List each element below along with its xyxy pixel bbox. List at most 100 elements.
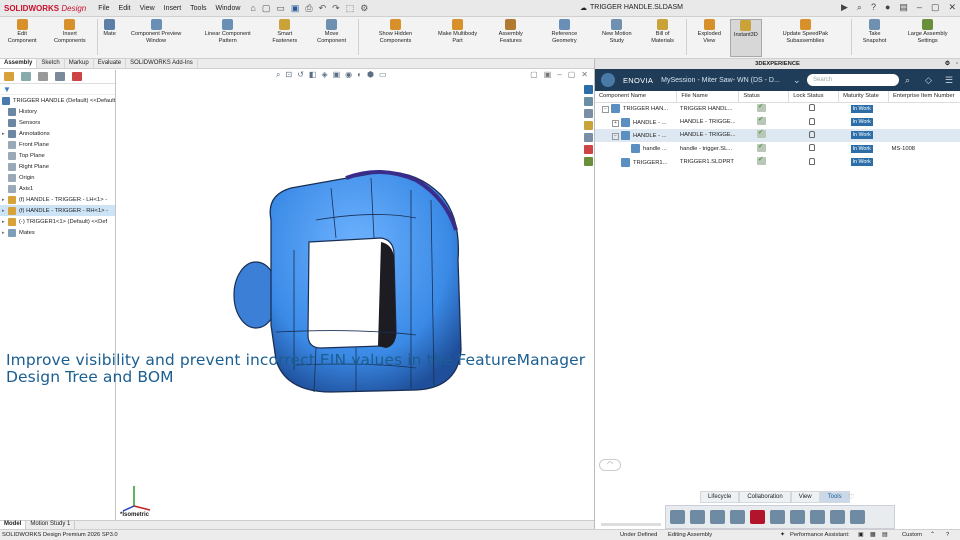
column-header[interactable]: File Name — [676, 91, 740, 103]
display-manager-icon[interactable] — [72, 72, 82, 81]
update-speedpak-subassemblies-button[interactable]: Update SpeedPak Subassemblies — [762, 19, 849, 44]
linear-component-pattern-button[interactable]: Linear Component Pattern — [193, 19, 262, 44]
units-dropdown-icon[interactable]: ⌃ — [930, 532, 935, 538]
minimize-icon[interactable]: – — [917, 2, 922, 13]
grid-settings-icon[interactable] — [850, 510, 865, 524]
menu-tools[interactable]: Tools — [190, 5, 206, 12]
tree-item[interactable]: ▸ (-) TRIGGER1<1> (Default) <<Def — [0, 216, 115, 227]
new-document-icon[interactable]: ▢ — [262, 3, 271, 14]
ein-cell[interactable] — [889, 102, 960, 115]
smart-fasteners-button[interactable]: Smart Fasteners — [262, 19, 307, 44]
menu-edit[interactable]: Edit — [119, 5, 131, 12]
lock-icon[interactable] — [808, 117, 815, 125]
dim-xpert-icon[interactable] — [55, 72, 65, 81]
reference-geometry-button[interactable]: Reference Geometry — [537, 19, 593, 44]
tab-motion-study-1[interactable]: Motion Study 1 — [26, 521, 76, 529]
units-selector[interactable]: Custom — [902, 532, 922, 538]
appearances-tab-icon[interactable] — [584, 145, 593, 154]
filter-icon[interactable]: ▼ — [0, 84, 115, 95]
export-icon[interactable] — [810, 510, 825, 524]
tab-model[interactable]: Model — [0, 521, 27, 529]
graphics-area[interactable]: ⌕ ⊡ ↺ ◧ ◈ ▣ ◉ ◐ ⬢ ▭ ▢ ▣ – ▢ ✕ *Isometric — [116, 70, 594, 520]
expand-toggle-icon[interactable]: − — [612, 132, 619, 140]
maximize-icon[interactable]: ▢ — [931, 2, 940, 13]
menu-view[interactable]: View — [140, 5, 155, 12]
close-icon[interactable]: ✕ — [948, 2, 956, 13]
insert-components-button[interactable]: Insert Components — [44, 19, 95, 44]
command-search-icon[interactable]: ▶ — [841, 2, 848, 13]
maturity-badge[interactable]: In Work — [850, 158, 873, 167]
units-status-icon[interactable]: ▤ — [882, 532, 887, 538]
bom-row[interactable]: − TRIGGER HAN... TRIGGER HANDL... In Work — [595, 102, 960, 115]
save-icon[interactable]: ▣ — [291, 3, 300, 14]
pane-options-icon[interactable]: ⚙ — [945, 59, 950, 69]
search-icon[interactable]: ⌕ — [857, 2, 862, 13]
redo-icon[interactable]: ↷ — [332, 3, 340, 14]
model-view-icon[interactable]: ◠ — [599, 459, 621, 471]
performance-assistant[interactable]: Performance Assistant: — [790, 532, 850, 538]
mate-button[interactable]: Mate — [100, 19, 118, 38]
lock-icon[interactable] — [808, 130, 815, 138]
tree-item[interactable]: ▸ (f) HANDLE - TRIGGER - LH<1> - — [0, 194, 115, 205]
user-avatar[interactable]: ● — [885, 2, 890, 13]
search-icon[interactable]: ⌕ — [905, 75, 910, 86]
pane-pin-icon[interactable]: ▫ — [956, 59, 958, 69]
tree-item[interactable]: Right Plane — [0, 161, 115, 172]
configuration-manager-icon[interactable] — [38, 72, 48, 81]
horizontal-scrollbar[interactable] — [601, 523, 661, 526]
ein-cell[interactable] — [889, 156, 960, 169]
make-multibody-part-button[interactable]: Make Multibody Part — [430, 19, 485, 44]
tab-solidworks-add-ins[interactable]: SOLIDWORKS Add-Ins — [126, 59, 198, 68]
component-preview-window-button[interactable]: Component Preview Window — [119, 19, 194, 44]
search-input[interactable]: Search — [807, 74, 899, 86]
property-manager-icon[interactable] — [21, 72, 31, 81]
lock-icon[interactable] — [808, 157, 815, 165]
bom-row[interactable]: + HANDLE - ... HANDLE - TRIGGE... In Work — [595, 115, 960, 128]
expand-toggle-icon[interactable]: + — [612, 119, 619, 127]
tree-item[interactable]: Top Plane — [0, 150, 115, 161]
take-snapshot-button[interactable]: Take Snapshot — [854, 19, 895, 44]
bom-row[interactable]: handle ... handle - trigger.SL... In Work M… — [595, 142, 960, 155]
tree-item[interactable]: ▸ Mates — [0, 227, 115, 238]
favorite-icon[interactable]: ♡ — [848, 493, 854, 501]
tree-item[interactable]: Origin — [0, 172, 115, 183]
tab-view[interactable]: View — [790, 491, 820, 503]
edit-component-button[interactable]: Edit Component — [0, 19, 44, 44]
assembly-features-button[interactable]: Assembly Features — [485, 19, 537, 44]
bom-row[interactable]: TRIGGER1... TRIGGER1.SLDPRT In Work — [595, 156, 960, 169]
instant3d-button[interactable]: Instant3D — [729, 19, 762, 57]
column-header[interactable]: Enterprise Item Number — [888, 91, 960, 103]
tab-assembly[interactable]: Assembly — [0, 59, 38, 68]
help-icon[interactable]: ? — [871, 2, 876, 13]
open-component-icon[interactable] — [670, 510, 685, 524]
tree-item[interactable]: Sensors — [0, 117, 115, 128]
home-icon[interactable]: ⌂ — [250, 3, 255, 14]
menu-window[interactable]: Window — [216, 5, 241, 12]
options-icon[interactable]: ⚙ — [360, 3, 368, 14]
menu-icon[interactable]: ☰ — [945, 75, 953, 86]
large-assembly-settings-button[interactable]: Large Assembly Settings — [895, 19, 960, 44]
ein-cell[interactable]: MS-1008 — [889, 142, 960, 155]
ein-cell[interactable] — [889, 115, 960, 128]
bom-row[interactable]: − HANDLE - ... HANDLE - TRIGGE... In Work — [595, 128, 960, 143]
app-logo[interactable]: SOLIDWORKS Design — [0, 4, 86, 13]
bill-of-materials-button[interactable]: Bill of Materials — [641, 19, 683, 44]
tab-lifecycle[interactable]: Lifecycle — [700, 491, 740, 503]
display-status-icon[interactable]: ▦ — [870, 532, 875, 538]
columns-icon[interactable] — [730, 510, 745, 524]
session-selector[interactable]: MySession - Miter Saw- WN (DS - D... — [661, 77, 780, 84]
view-palette-tab-icon[interactable] — [584, 133, 593, 142]
lock-icon[interactable] — [808, 144, 815, 152]
exploded-view-button[interactable]: Exploded View — [689, 19, 730, 44]
design-library-tab-icon[interactable] — [584, 109, 593, 118]
structure-icon[interactable] — [690, 510, 705, 524]
restore-layout-icon[interactable]: ▤ — [899, 2, 908, 13]
tag-icon[interactable]: ◇ — [925, 75, 932, 86]
session-dropdown-icon[interactable]: ⌄ — [793, 75, 801, 86]
tree-item[interactable]: TRIGGER HANDLE (Default) <<Default — [0, 95, 115, 106]
3dexperience-compass-icon[interactable] — [601, 73, 615, 87]
lock-icon[interactable] — [808, 104, 815, 112]
tab-evaluate[interactable]: Evaluate — [94, 59, 127, 68]
resources-tab-icon[interactable] — [584, 97, 593, 106]
maturity-badge[interactable]: In Work — [850, 118, 873, 127]
